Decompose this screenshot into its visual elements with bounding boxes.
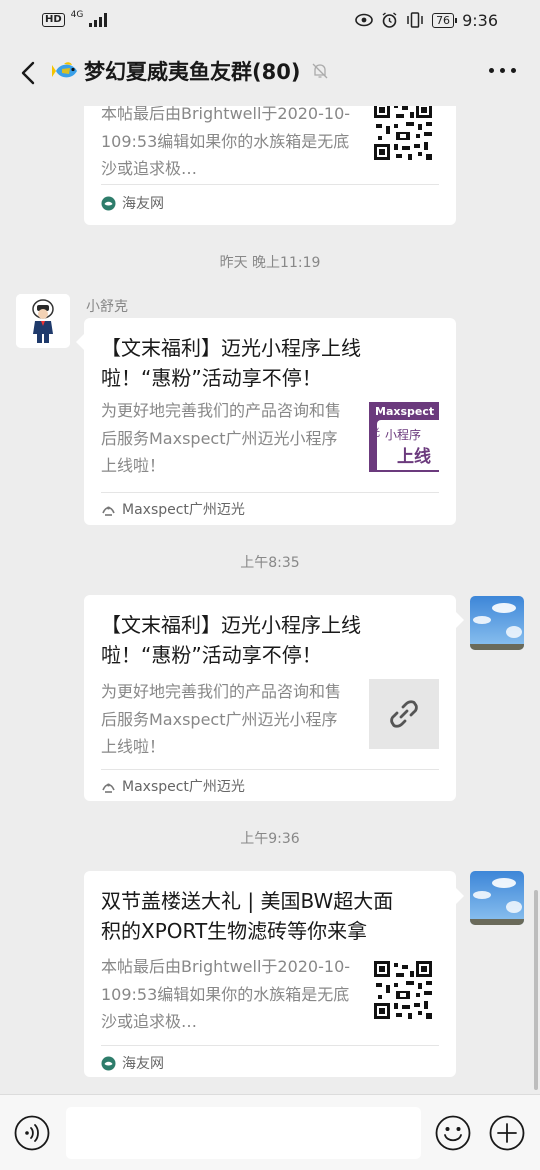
thumb-text-mid: 小程序 bbox=[385, 428, 422, 442]
vibrate-icon bbox=[407, 12, 423, 28]
card-source: 海友网 bbox=[101, 193, 164, 213]
thumb-text-left: 光 bbox=[370, 428, 380, 439]
eye-icon bbox=[355, 13, 373, 27]
card-divider bbox=[101, 492, 439, 493]
voice-icon[interactable] bbox=[14, 1115, 50, 1151]
avatar-image bbox=[16, 294, 70, 348]
link-icon bbox=[390, 700, 418, 728]
timestamp: 上午8:35 bbox=[240, 555, 300, 571]
emoji-icon[interactable] bbox=[435, 1115, 471, 1151]
chat-title: 梦幻夏威夷鱼友群(80) bbox=[84, 60, 301, 84]
message-input[interactable] bbox=[66, 1107, 421, 1159]
more-options-icon[interactable] bbox=[489, 68, 516, 73]
qr-code-thumbnail bbox=[372, 959, 434, 1021]
clock: 9:36 bbox=[462, 10, 498, 30]
back-arrow-icon[interactable] bbox=[14, 58, 44, 88]
card-description: 本帖最后由Brightwell于2020-10-109:53编辑如果你的水族箱是… bbox=[101, 957, 351, 1031]
maxspect-thumbnail: Maxspect 光 小程序 上线 bbox=[369, 402, 439, 472]
link-card[interactable]: 【文末福利】迈光小程序上线啦！“惠粉”活动享不停！ 为更好地完善我们的产品咨询和… bbox=[84, 318, 456, 525]
status-right: 76 9:36 bbox=[355, 11, 498, 30]
status-left: HD 4G bbox=[42, 10, 108, 27]
bubble-tail bbox=[76, 334, 84, 350]
thumb-text-top: Maxspect bbox=[375, 405, 435, 418]
card-source: Maxspect广州迈光 bbox=[101, 499, 245, 519]
card-divider bbox=[101, 184, 439, 185]
avatar[interactable] bbox=[470, 596, 524, 650]
alarm-icon bbox=[382, 11, 397, 28]
card-title: 【文末福利】迈光小程序上线啦！“惠粉”活动享不停！ bbox=[101, 613, 361, 667]
card-source: 海友网 bbox=[101, 1053, 164, 1073]
battery-icon: 76 bbox=[432, 12, 458, 28]
status-bar: HD 4G 76 9:36 bbox=[0, 0, 540, 40]
card-description: 为更好地完善我们的产品咨询和售后服务Maxspect广州迈光小程序上线啦！ bbox=[101, 682, 342, 756]
card-divider bbox=[101, 769, 439, 770]
card-description: 为更好地完善我们的产品咨询和售后服务Maxspect广州迈光小程序上线啦！ bbox=[101, 401, 342, 475]
avatar[interactable] bbox=[16, 294, 70, 348]
signal-icon bbox=[89, 13, 108, 27]
link-card-partial[interactable]: 本帖最后由Brightwell于2020-10-109:53编辑如果你的水族箱是… bbox=[84, 106, 456, 225]
chat-header: 梦幻夏威夷鱼友群(80) bbox=[0, 40, 540, 106]
timestamp: 上午9:36 bbox=[240, 831, 300, 847]
card-source-name: Maxspect广州迈光 bbox=[122, 779, 245, 795]
mute-bell-icon bbox=[312, 63, 328, 79]
chat-area[interactable]: 本帖最后由Brightwell于2020-10-109:53编辑如果你的水族箱是… bbox=[0, 106, 540, 1094]
hd-badge: HD bbox=[42, 13, 65, 27]
maxspect-logo-icon bbox=[102, 506, 115, 516]
maxspect-logo-icon bbox=[102, 783, 115, 793]
card-source-name: 海友网 bbox=[122, 1056, 164, 1072]
link-card[interactable]: 【文末福利】迈光小程序上线啦！“惠粉”活动享不停！ 为更好地完善我们的产品咨询和… bbox=[84, 595, 456, 801]
avatar-image bbox=[470, 871, 524, 925]
card-source-name: 海友网 bbox=[122, 196, 164, 212]
timestamp: 昨天 晚上11:19 bbox=[219, 255, 321, 271]
plus-icon[interactable] bbox=[489, 1115, 525, 1151]
avatar-image bbox=[470, 596, 524, 650]
thumb-text-bottom: 上线 bbox=[397, 447, 431, 467]
card-source-name: Maxspect广州迈光 bbox=[122, 502, 245, 518]
fish-emoji-icon bbox=[52, 62, 77, 78]
title-wrap: 梦幻夏威夷鱼友群(80) bbox=[52, 56, 330, 86]
card-title: 【文末福利】迈光小程序上线啦！“惠粉”活动享不停！ bbox=[101, 336, 361, 390]
card-source: Maxspect广州迈光 bbox=[101, 776, 245, 796]
avatar[interactable] bbox=[470, 871, 524, 925]
card-divider bbox=[101, 1045, 439, 1046]
input-bar bbox=[0, 1094, 540, 1170]
haiyou-logo-icon bbox=[101, 1056, 116, 1070]
qr-code-thumbnail bbox=[372, 106, 434, 162]
haiyou-logo-icon bbox=[101, 196, 116, 210]
link-thumbnail bbox=[369, 679, 439, 749]
network-type: 4G bbox=[70, 10, 84, 20]
link-card[interactable]: 双节盖楼送大礼 | 美国BW超大面积的XPORT生物滤砖等你来拿 本帖最后由Br… bbox=[84, 871, 456, 1077]
card-title: 双节盖楼送大礼 | 美国BW超大面积的XPORT生物滤砖等你来拿 bbox=[101, 889, 394, 943]
bubble-tail bbox=[456, 612, 464, 628]
battery-level: 76 bbox=[436, 13, 451, 27]
scrollbar[interactable] bbox=[534, 890, 538, 1090]
bubble-tail bbox=[456, 888, 464, 904]
sender-name: 小舒克 bbox=[86, 299, 128, 315]
card-description: 本帖最后由Brightwell于2020-10-109:53编辑如果你的水族箱是… bbox=[101, 106, 351, 178]
